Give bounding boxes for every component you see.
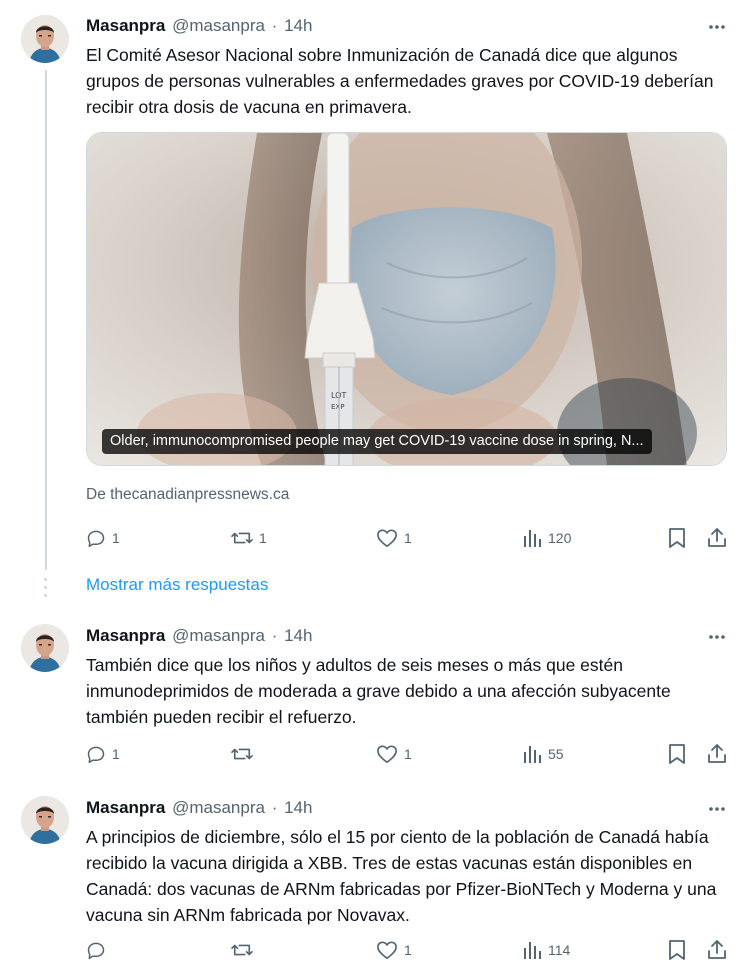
repost-button[interactable]: 1 [231,526,267,550]
avatar-image [21,15,69,63]
like-button[interactable]: 1 [376,526,412,550]
like-button[interactable]: 1 [376,938,412,962]
link-card[interactable]: LOT EXP Older, immunocompromised people … [86,132,727,466]
tweet-text: El Comité Asesor Nacional sobre Inmuniza… [86,45,714,117]
bookmark-icon [669,744,685,764]
like-count: 1 [404,746,412,762]
share-icon [708,744,726,763]
bookmark-button[interactable] [668,526,686,550]
repost-button[interactable] [231,938,259,962]
like-icon [377,941,397,959]
like-count: 1 [404,530,412,546]
repost-count: 1 [259,530,267,546]
repost-button[interactable] [231,742,259,766]
thread-dot [44,594,47,597]
tweet-actions: 1 1 55 [86,742,734,766]
card-title[interactable]: Older, immunocompromised people may get … [102,429,652,454]
views-button[interactable]: 114 [522,938,570,962]
views-count: 114 [548,942,571,958]
tweet[interactable]: Masanpra @masanpra · 14h A principios de… [0,782,748,970]
repost-icon [231,944,253,956]
bookmark-icon [669,528,685,548]
thread-dot [44,586,47,589]
author-handle[interactable]: @masanpra [172,626,265,645]
tweet-actions: 1 1 1 120 [86,526,734,550]
separator: · [271,798,283,817]
author-handle[interactable]: @masanpra [172,798,265,817]
reply-icon [87,530,105,548]
timestamp[interactable]: 14h [284,798,312,817]
more-icon [709,635,725,639]
avatar-image [21,796,69,844]
thread-dot [44,578,47,581]
tweet-header: Masanpra @masanpra · 14h [86,15,312,37]
like-count: 1 [404,942,412,958]
more-options-button[interactable] [706,798,728,820]
bookmark-button[interactable] [668,938,686,962]
views-icon [524,942,541,959]
tweet-text: A principios de diciembre, sólo el 15 po… [86,827,717,925]
reply-button[interactable]: 1 [86,526,120,550]
timestamp[interactable]: 14h [284,16,312,35]
like-icon [377,529,397,547]
tweet-actions: 1 114 [86,938,734,962]
avatar[interactable] [21,796,69,844]
separator: · [271,626,283,645]
reply-button[interactable]: 1 [86,742,120,766]
views-count: 55 [548,746,564,762]
more-icon [709,807,725,811]
avatar[interactable] [21,624,69,672]
like-icon [377,745,397,763]
tweet[interactable]: Masanpra @masanpra · 14h El Comité Aseso… [0,0,748,570]
reply-button[interactable] [86,938,112,962]
repost-icon [231,532,253,544]
svg-text:EXP: EXP [331,403,344,411]
author-name[interactable]: Masanpra [86,626,165,645]
card-image: LOT EXP [87,133,726,465]
author-name[interactable]: Masanpra [86,16,165,35]
views-icon [524,530,541,547]
tweet-header: Masanpra @masanpra · 14h [86,797,312,819]
reply-count: 1 [112,530,120,546]
tweet-header: Masanpra @masanpra · 14h [86,625,312,647]
author-handle[interactable]: @masanpra [172,16,265,35]
avatar-image [21,624,69,672]
share-button[interactable] [706,938,728,962]
more-icon [709,25,725,29]
timestamp[interactable]: 14h [284,626,312,645]
bookmark-button[interactable] [668,742,686,766]
more-options-button[interactable] [706,626,728,648]
bookmark-icon [669,940,685,960]
tweet-text: También dice que los niños y adultos de … [86,655,671,727]
show-more-replies-link[interactable]: Mostrar más respuestas [86,575,268,595]
views-icon [524,746,541,763]
repost-icon [231,748,253,760]
more-options-button[interactable] [706,16,728,38]
reply-icon [87,942,105,960]
share-button[interactable] [706,742,728,766]
avatar[interactable] [21,15,69,63]
like-button[interactable]: 1 [376,742,412,766]
card-source[interactable]: De thecanadianpressnews.ca [86,486,289,504]
share-button[interactable] [706,526,728,550]
views-button[interactable]: 55 [522,742,564,766]
reply-icon [87,746,105,764]
share-icon [708,528,726,547]
views-button[interactable]: 120 [522,526,571,550]
author-name[interactable]: Masanpra [86,798,165,817]
separator: · [271,16,283,35]
reply-count: 1 [112,746,120,762]
share-icon [708,940,726,959]
tweet[interactable]: Masanpra @masanpra · 14h También dice qu… [0,610,748,785]
views-count: 120 [548,530,572,546]
